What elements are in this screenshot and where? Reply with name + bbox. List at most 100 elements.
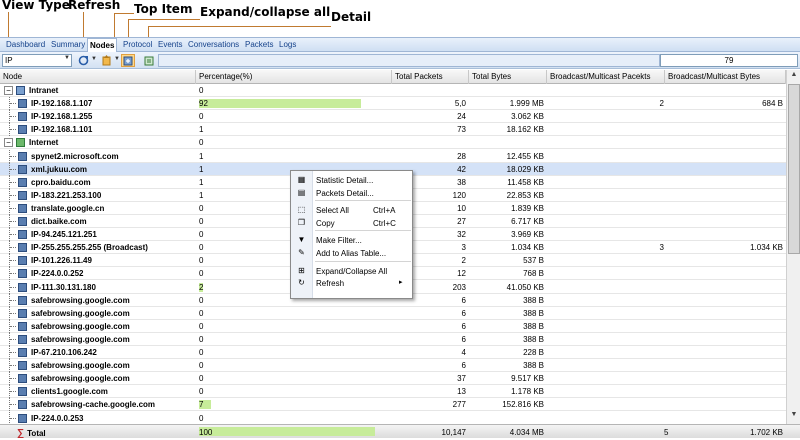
node-name: Internet <box>29 138 59 148</box>
detail-button[interactable] <box>142 54 156 67</box>
node-row[interactable]: IP-67.210.106.242 0 4 228 B <box>0 346 786 359</box>
menu-item-copy[interactable]: ❐ Copy Ctrl+C <box>291 216 412 230</box>
scroll-down-icon[interactable]: ▼ <box>788 411 800 423</box>
broadcast-packets-value <box>547 267 667 279</box>
total-bytes-value: 1.178 KB <box>511 387 544 397</box>
broadcast-bytes-value <box>665 202 786 214</box>
broadcast-packets-value <box>547 189 667 201</box>
node-name: safebrowsing.google.com <box>31 295 130 305</box>
column-header-total-packets[interactable]: Total Packets <box>392 70 469 84</box>
broadcast-bytes-value <box>665 333 786 345</box>
node-row[interactable]: IP-192.168.1.255 0 24 3.062 KB <box>0 110 786 124</box>
menu-item-packets-detail[interactable]: ▤ Packets Detail... <box>291 186 412 200</box>
scroll-up-icon[interactable]: ▲ <box>788 71 800 83</box>
node-row[interactable]: safebrowsing-cache.google.com 7 277 152.816… <box>0 398 786 412</box>
broadcast-packets-value <box>547 228 667 240</box>
total-bytes-value <box>469 136 547 148</box>
tab-logs[interactable]: Logs <box>279 40 296 52</box>
tab-packets[interactable]: Packets <box>245 40 273 52</box>
node-row[interactable]: IP-224.0.0.253 0 <box>0 411 786 425</box>
expand-collapse-button[interactable] <box>121 54 135 67</box>
view-type-select[interactable]: IP ▼ <box>2 54 72 67</box>
computer-icon <box>18 217 27 226</box>
refresh-button[interactable] <box>76 54 90 67</box>
total-bytes-value: 18.029 KB <box>506 164 544 174</box>
tab-conversations[interactable]: Conversations <box>188 40 239 52</box>
tree-line <box>10 221 16 222</box>
top-item-button[interactable] <box>99 54 113 67</box>
filter-bar[interactable] <box>158 54 660 67</box>
column-header-percentage[interactable]: Percentage(%) <box>196 70 392 84</box>
total-bytes-value: 388 B <box>523 361 544 371</box>
node-row[interactable]: spynet2.microsoft.com 1 28 12.455 KB <box>0 149 786 163</box>
group-row[interactable]: − Internet 0 <box>0 136 786 150</box>
node-name: IP-111.30.131.180 <box>31 282 96 292</box>
percentage-value: 1 <box>199 164 204 174</box>
percentage-value: 0 <box>199 269 204 279</box>
broadcast-bytes-value <box>665 110 786 122</box>
node-name: clients1.google.com <box>31 387 108 397</box>
total-row: ∑ Total 100 10,147 4.034 MB 5 1.702 KB <box>0 424 800 438</box>
percentage-value: 0 <box>199 217 204 226</box>
total-bytes-value: 41.050 KB <box>506 282 544 292</box>
callout-annotations: View Type Refresh Top Item Expand/collap… <box>0 0 800 57</box>
intranet-icon <box>16 86 25 95</box>
total-packets-value <box>392 136 469 148</box>
node-row[interactable]: IP-192.168.1.101 1 73 18.162 KB <box>0 123 786 137</box>
percentage-value: 0 <box>199 230 204 240</box>
node-row[interactable]: clients1.google.com 0 13 1.178 KB <box>0 385 786 399</box>
column-header-node[interactable]: Node <box>0 70 196 84</box>
expand-collapse-icon <box>123 56 133 65</box>
refresh-icon <box>78 55 88 66</box>
node-row[interactable]: safebrowsing.google.com 0 6 388 B <box>0 359 786 373</box>
tab-protocol[interactable]: Protocol <box>123 40 152 52</box>
collapse-icon[interactable]: − <box>4 86 13 95</box>
menu-item-label: Packets Detail... <box>316 188 374 198</box>
top-item-icon <box>102 55 110 66</box>
tree-line <box>10 194 16 196</box>
broadcast-bytes-value <box>665 412 786 424</box>
menu-item-add-to-alias-table[interactable]: ✎ Add to Alias Table... <box>291 246 412 260</box>
computer-icon <box>18 348 27 357</box>
menu-item-label: Make Filter... <box>316 236 362 246</box>
column-header-total-bytes[interactable]: Total Bytes <box>469 70 547 84</box>
node-row[interactable]: safebrowsing.google.com 0 37 9.517 KB <box>0 372 786 386</box>
node-row[interactable]: safebrowsing.google.com 0 6 388 B <box>0 319 786 333</box>
node-row[interactable]: safebrowsing.google.com 0 6 388 B <box>0 306 786 320</box>
vertical-scrollbar[interactable]: ▲ ▼ <box>786 70 800 424</box>
tab-events[interactable]: Events <box>158 40 182 52</box>
broadcast-packets-value <box>547 163 667 175</box>
node-name: safebrowsing.google.com <box>31 308 130 318</box>
node-row[interactable]: safebrowsing.google.com 0 6 388 B <box>0 332 786 346</box>
menu-item-label: Select All <box>316 206 349 216</box>
menu-item-label: Refresh <box>316 279 345 289</box>
broadcast-packets-value <box>547 412 667 424</box>
broadcast-packets-value <box>547 136 667 148</box>
node-row[interactable]: IP-192.168.1.107 92 5,0 1.999 MB 2 684 B <box>0 97 786 111</box>
internet-icon <box>16 138 25 148</box>
column-header-broadcast-packets[interactable]: Broadcast/Multicast Pacekts <box>547 70 665 84</box>
top-item-dropdown-icon[interactable]: ▼ <box>114 56 120 62</box>
node-name: safebrowsing.google.com <box>31 334 130 344</box>
computer-icon <box>18 177 27 187</box>
node-name: spynet2.microsoft.com <box>31 151 119 161</box>
tab-dashboard[interactable]: Dashboard <box>6 40 45 52</box>
tab-summary[interactable]: Summary <box>51 40 85 52</box>
menu-separator <box>315 230 411 232</box>
broadcast-packets-value <box>547 359 667 371</box>
total-bytes-value: 3.969 KB <box>511 230 544 240</box>
column-header-broadcast-bytes[interactable]: Broadcast/Multicast Bytes <box>665 70 786 84</box>
refresh-dropdown-icon[interactable]: ▼ <box>91 56 97 62</box>
collapse-icon[interactable]: − <box>4 138 13 148</box>
computer-icon <box>18 269 27 279</box>
tab-strip: Dashboard Summary Nodes Protocol Events … <box>0 37 800 53</box>
tab-nodes[interactable]: Nodes <box>87 38 118 53</box>
broadcast-packets-value <box>547 202 667 214</box>
total-bytes-value: 768 B <box>523 269 544 279</box>
node-name: IP-224.0.0.252 <box>31 269 84 279</box>
scroll-thumb[interactable] <box>788 84 800 254</box>
menu-item-refresh[interactable]: ↻ Refresh ▸ <box>291 276 412 290</box>
callout-view-type: View Type <box>2 0 70 12</box>
group-row[interactable]: − Intranet 0 <box>0 84 786 97</box>
percentage-value: 7 <box>199 400 204 410</box>
